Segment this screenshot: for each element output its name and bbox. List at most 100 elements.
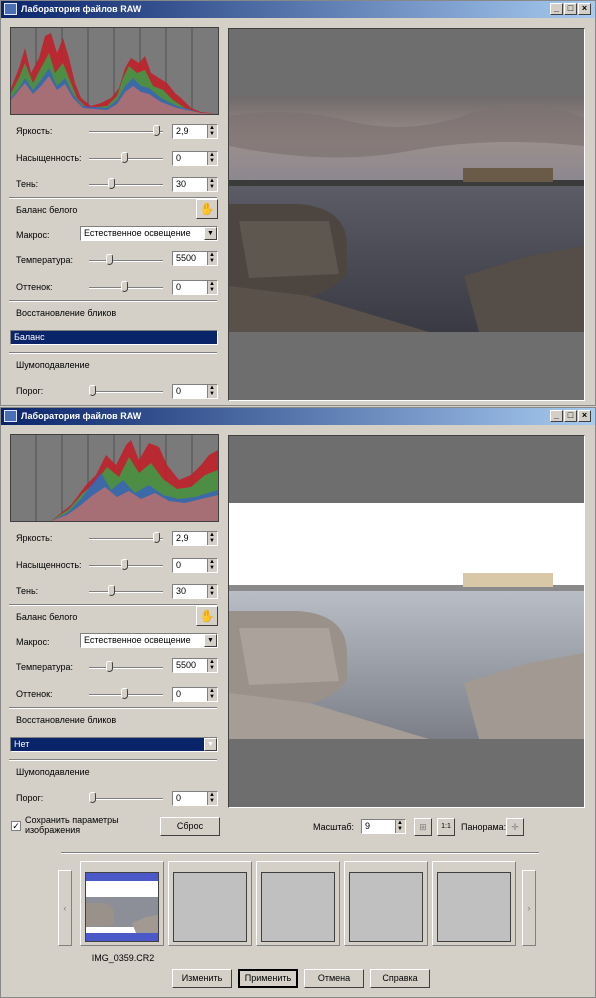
apply-button[interactable]: Применить [238, 969, 298, 988]
temperature-slider-thumb[interactable] [106, 661, 113, 672]
brightness-slider[interactable] [89, 538, 163, 540]
highlight-recovery-select[interactable]: Нет ▼ [10, 737, 218, 752]
highlight-recovery-title: Восстановление бликов [16, 715, 117, 725]
thumbnail-slot-2[interactable] [168, 861, 252, 946]
brightness-slider-thumb[interactable] [153, 532, 160, 543]
threshold-spinner[interactable]: ▲ ▼ [207, 385, 217, 398]
maximize-button[interactable]: □ [564, 410, 577, 422]
saturation-spinner[interactable]: ▲ ▼ [207, 152, 217, 165]
cancel-button[interactable]: Отмена [304, 969, 364, 988]
temperature-label: Температура: [16, 255, 74, 265]
threshold-slider[interactable] [89, 798, 163, 800]
white-balance-title: Баланс белого [16, 205, 78, 215]
threshold-slider-thumb[interactable] [89, 385, 96, 396]
thumbnail-slot-1[interactable] [80, 861, 164, 946]
title-bar[interactable]: Лаборатория файлов RAW _ □ × [1, 408, 595, 425]
hand-icon: ✋ [199, 202, 215, 216]
save-params-checkbox[interactable]: ✓ [11, 821, 21, 831]
help-button[interactable]: Справка [370, 969, 430, 988]
thumbnail-slot-4[interactable] [344, 861, 428, 946]
brightness-label: Яркость: [16, 126, 53, 136]
tint-spinner[interactable]: ▲ ▼ [207, 688, 217, 701]
thumbnail-slot-5[interactable] [432, 861, 516, 946]
shadow-slider-thumb[interactable] [108, 178, 115, 189]
shadow-slider[interactable] [89, 184, 163, 186]
white-balance-picker-button[interactable]: ✋ [196, 606, 218, 626]
minimize-button[interactable]: _ [550, 410, 563, 422]
shadow-value: 30 [176, 586, 187, 596]
saturation-value: 0 [176, 560, 182, 570]
tint-input[interactable]: 0 ▲ ▼ [172, 687, 218, 702]
brightness-slider[interactable] [89, 131, 163, 133]
brightness-input[interactable]: 2,9 ▲ ▼ [172, 124, 218, 139]
brightness-input[interactable]: 2,9 ▲ ▼ [172, 531, 218, 546]
saturation-slider-thumb[interactable] [121, 152, 128, 163]
shadow-input[interactable]: 30 ▲ ▼ [172, 177, 218, 192]
brightness-spinner[interactable]: ▲ ▼ [207, 125, 217, 138]
noise-reduction-title: Шумоподавление [16, 767, 90, 777]
shadow-spinner[interactable]: ▲ ▼ [207, 585, 217, 598]
close-button[interactable]: × [578, 3, 591, 15]
temperature-slider-thumb[interactable] [106, 254, 113, 265]
brightness-spinner[interactable]: ▲ ▼ [207, 532, 217, 545]
threshold-slider[interactable] [89, 391, 163, 393]
zoom-input[interactable]: 9 ▲ ▼ [361, 819, 406, 834]
image-preview[interactable] [228, 435, 585, 808]
tint-slider-thumb[interactable] [121, 688, 128, 699]
edit-button[interactable]: Изменить [172, 969, 232, 988]
temperature-slider[interactable] [89, 667, 163, 669]
tint-spinner[interactable]: ▲ ▼ [207, 281, 217, 294]
threshold-input[interactable]: 0 ▲ ▼ [172, 384, 218, 399]
temperature-value: 5500 [176, 253, 197, 263]
temperature-input[interactable]: 5500 ▲ ▼ [172, 658, 218, 673]
chevron-down-icon[interactable]: ▼ [204, 227, 217, 240]
thumbnail-empty [349, 872, 423, 942]
saturation-slider-thumb[interactable] [121, 559, 128, 570]
histogram-graph [11, 28, 218, 114]
maximize-button[interactable]: □ [564, 3, 577, 15]
temperature-spinner[interactable]: ▲ ▼ [207, 659, 217, 672]
reset-button[interactable]: Сброс [160, 817, 220, 836]
shadow-slider-thumb[interactable] [108, 585, 115, 596]
actual-size-button[interactable]: 1:1 [437, 818, 455, 836]
image-preview[interactable] [228, 28, 585, 401]
check-icon: ✓ [12, 821, 20, 831]
temperature-input[interactable]: 5500 ▲ ▼ [172, 251, 218, 266]
white-balance-picker-button[interactable]: ✋ [196, 199, 218, 219]
highlight-recovery-select[interactable]: Баланс [10, 330, 218, 345]
title-bar[interactable]: Лаборатория файлов RAW _ □ × [1, 1, 595, 18]
thumbnails-prev-button[interactable]: ‹ [58, 870, 72, 946]
shadow-slider[interactable] [89, 591, 163, 593]
macro-select[interactable]: Естественное освещение ▼ [80, 633, 218, 648]
close-button[interactable]: × [578, 410, 591, 422]
thumbnails-next-button[interactable]: › [522, 870, 536, 946]
saturation-spinner[interactable]: ▲ ▼ [207, 559, 217, 572]
saturation-value: 0 [176, 153, 182, 163]
save-params-label[interactable]: Сохранить параметры изображения [25, 815, 135, 835]
tint-input[interactable]: 0 ▲ ▼ [172, 280, 218, 295]
panorama-button[interactable]: ✛ [506, 818, 524, 836]
temperature-slider[interactable] [89, 260, 163, 262]
thumbnail-slot-3[interactable] [256, 861, 340, 946]
threshold-input[interactable]: 0 ▲ ▼ [172, 791, 218, 806]
saturation-input[interactable]: 0 ▲ ▼ [172, 151, 218, 166]
threshold-label: Порог: [16, 386, 44, 396]
shadow-spinner[interactable]: ▲ ▼ [207, 178, 217, 191]
threshold-slider-thumb[interactable] [89, 792, 96, 803]
shadow-input[interactable]: 30 ▲ ▼ [172, 584, 218, 599]
threshold-spinner[interactable]: ▲ ▼ [207, 792, 217, 805]
temperature-spinner[interactable]: ▲ ▼ [207, 252, 217, 265]
saturation-input[interactable]: 0 ▲ ▼ [172, 558, 218, 573]
brightness-value: 2,9 [176, 533, 189, 543]
zoom-label: Масштаб: [313, 822, 355, 832]
minimize-button[interactable]: _ [550, 3, 563, 15]
thumbnail-filename: IMG_0359.CR2 [91, 953, 155, 963]
tint-slider-thumb[interactable] [121, 281, 128, 292]
chevron-down-icon[interactable]: ▼ [204, 738, 217, 751]
chevron-down-icon[interactable]: ▼ [204, 634, 217, 647]
histogram-graph [11, 435, 218, 521]
brightness-slider-thumb[interactable] [153, 125, 160, 136]
fit-to-window-button[interactable]: ⊞ [414, 818, 432, 836]
zoom-spinner[interactable]: ▲ ▼ [395, 820, 405, 833]
macro-select[interactable]: Естественное освещение ▼ [80, 226, 218, 241]
